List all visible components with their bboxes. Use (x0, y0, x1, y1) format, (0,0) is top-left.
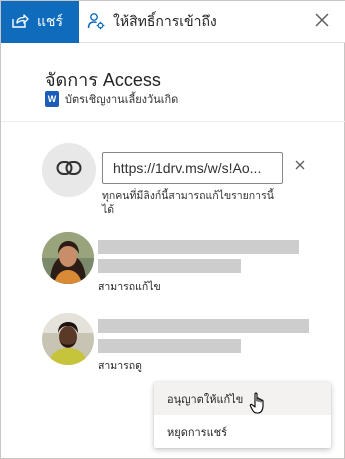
permission-menu: อนุญาตให้แก้ไข หยุดการแชร์ (154, 382, 331, 448)
share-link-field[interactable]: https://1drv.ms/w/s!Ao... (102, 152, 283, 184)
share-panel: แชร์ ให้สิทธิ์การเข้าถึง จัดการ Access W… (0, 0, 345, 459)
menu-item-label: หยุดการแชร์ (167, 426, 228, 439)
file-info: W บัตรเชิญงานเลี้ยงวันเกิด (45, 90, 178, 108)
share-icon (11, 13, 29, 32)
divider (1, 121, 345, 122)
link-permission-description: ทุกคนที่มีลิงก์นี้สามารถแก้ไขรายการนี้ได… (102, 190, 274, 216)
tab-bar: แชร์ ให้สิทธิ์การเข้าถึง (1, 1, 345, 43)
avatar (42, 313, 94, 365)
menu-item-allow-edit[interactable]: อนุญาตให้แก้ไข (154, 382, 331, 415)
close-button[interactable] (310, 10, 334, 34)
person-gear-icon (87, 12, 105, 33)
avatar (42, 232, 94, 284)
close-icon (295, 157, 305, 175)
permission-label[interactable]: สามารถแก้ไข (98, 278, 161, 295)
tab-share-label: แชร์ (37, 13, 64, 29)
link-icon (56, 160, 82, 181)
person-email-redacted (98, 259, 241, 273)
person-email-redacted (98, 339, 241, 353)
permission-dropdown[interactable]: สามารถดู (98, 357, 142, 374)
tab-grant-access[interactable]: ให้สิทธิ์การเข้าถึง (87, 1, 217, 43)
tab-share[interactable]: แชร์ (1, 1, 79, 43)
word-doc-icon: W (45, 91, 59, 107)
person-name-redacted (98, 319, 309, 333)
menu-item-label: อนุญาตให้แก้ไข (167, 393, 244, 406)
file-name: บัตรเชิญงานเลี้ยงวันเกิด (65, 94, 179, 106)
menu-item-stop-sharing[interactable]: หยุดการแชร์ (154, 415, 331, 448)
remove-link-button[interactable] (290, 156, 310, 176)
link-avatar (42, 143, 96, 197)
hand-cursor-icon (249, 391, 267, 420)
close-icon (315, 12, 329, 32)
tab-grant-access-label: ให้สิทธิ์การเข้าถึง (113, 13, 217, 29)
person-name-redacted (98, 240, 299, 254)
